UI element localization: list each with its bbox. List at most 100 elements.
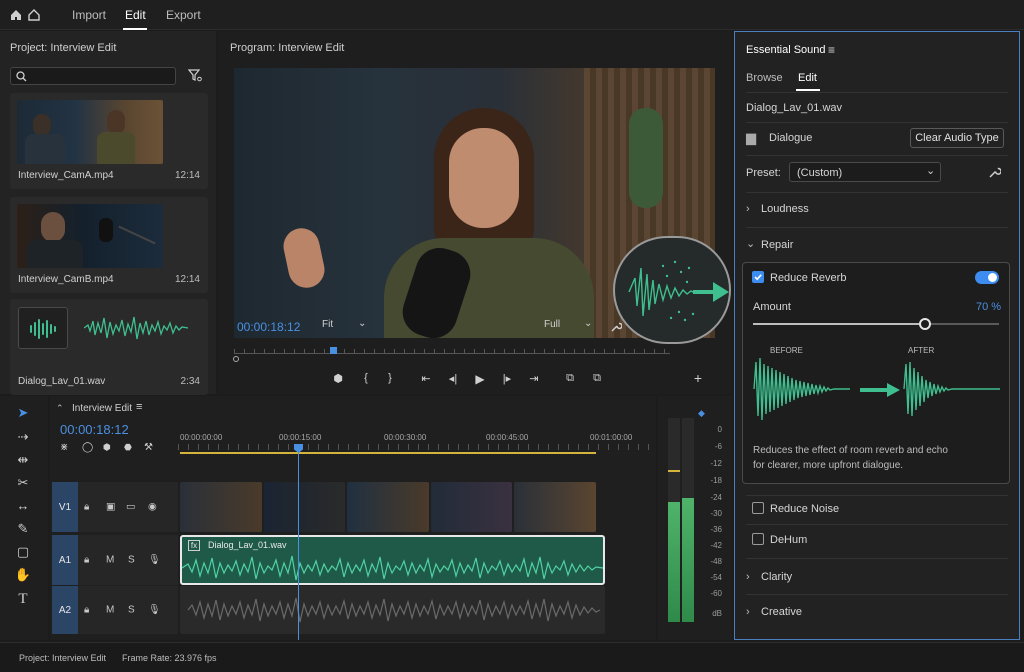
step-back-icon[interactable]: ◂| xyxy=(445,372,461,385)
menu-icon[interactable]: ≡ xyxy=(136,401,142,413)
snap-icon[interactable]: ⋇ xyxy=(60,442,68,453)
selection-tool-icon[interactable]: ➤ xyxy=(12,404,34,422)
go-to-out-icon[interactable]: ⇥ xyxy=(526,372,542,385)
wrench-icon[interactable] xyxy=(610,321,622,333)
project-item[interactable]: Dialog_Lav_01.wav 2:34 xyxy=(10,299,208,395)
ruler-label: 00:00:00:00 xyxy=(180,433,223,442)
preset-dropdown[interactable]: (Custom) ⌄ xyxy=(789,162,941,182)
tab-edit[interactable]: Edit xyxy=(125,8,146,22)
chevron-down-icon[interactable]: ⌄ xyxy=(746,237,755,250)
ripple-edit-tool-icon[interactable]: ⇹ xyxy=(12,451,34,469)
audio-clip[interactable] xyxy=(180,586,605,634)
camera-icon[interactable]: ▭ xyxy=(126,502,135,513)
go-to-in-icon[interactable]: ⇤ xyxy=(418,372,434,385)
amount-value[interactable]: 70 % xyxy=(976,301,1001,313)
clip-name: Dialog_Lav_01.wav xyxy=(746,102,843,114)
clip-name: Interview_CamA.mp4 xyxy=(18,170,114,181)
mute-button[interactable]: M xyxy=(106,605,114,616)
marker-icon[interactable]: ⬣ xyxy=(124,442,132,453)
sync-lock-icon[interactable]: ▣ xyxy=(106,502,115,513)
chevron-right-icon[interactable]: › xyxy=(746,571,750,583)
microphone-icon[interactable]: 🎙︎ xyxy=(148,605,161,616)
extract-icon[interactable]: ⧉ xyxy=(589,372,605,385)
ruler-label: 00:00:45:00 xyxy=(486,433,529,442)
section-loudness[interactable]: Loudness xyxy=(761,203,809,215)
tab-browse[interactable]: Browse xyxy=(746,72,783,84)
program-timecode[interactable]: 00:00:18:12 xyxy=(237,320,300,334)
divider xyxy=(746,192,1008,193)
clip-waveform xyxy=(84,316,188,340)
step-forward-icon[interactable]: |▸ xyxy=(499,372,515,385)
status-frame-rate: Frame Rate: 23.976 fps xyxy=(122,653,217,663)
slip-tool-icon[interactable]: ↔ xyxy=(12,497,34,515)
status-project: Project: Interview Edit xyxy=(19,653,107,663)
reduce-noise-checkbox[interactable] xyxy=(752,502,764,514)
fit-dropdown[interactable]: Fit ⌄ xyxy=(322,318,374,335)
type-tool-icon[interactable]: T xyxy=(12,590,34,608)
tab-import[interactable]: Import xyxy=(72,8,106,22)
section-repair[interactable]: Repair xyxy=(761,239,793,251)
track-select-tool-icon[interactable]: ⇢ xyxy=(12,428,34,446)
track-label[interactable]: A2 xyxy=(52,586,78,634)
pen-tool-icon[interactable]: ✎ xyxy=(12,520,34,538)
program-scrubber[interactable] xyxy=(233,347,670,362)
filter-icon[interactable] xyxy=(188,69,202,82)
house-icon[interactable] xyxy=(28,9,40,21)
video-clip[interactable] xyxy=(180,482,596,532)
wrench-icon[interactable]: ⚒ xyxy=(144,442,153,453)
lock-icon[interactable]: 🔒︎ xyxy=(84,502,89,513)
razor-tool-icon[interactable]: ✂ xyxy=(12,474,34,492)
audio-clip-name: Dialog_Lav_01.wav xyxy=(208,540,287,550)
reduce-noise-label: Reduce Noise xyxy=(770,503,840,515)
section-creative[interactable]: Creative xyxy=(761,606,802,618)
program-playhead[interactable] xyxy=(330,347,337,354)
panel-menu-icon[interactable]: ≡ xyxy=(828,43,835,57)
chevron-right-icon[interactable]: › xyxy=(746,606,750,618)
meter-solo-icon[interactable]: ◆ xyxy=(698,408,705,419)
add-marker-icon[interactable]: ⬢ xyxy=(330,372,346,385)
timeline-timecode[interactable]: 00:00:18:12 xyxy=(60,422,129,437)
audio-clip-selected[interactable]: fx Dialog_Lav_01.wav xyxy=(180,535,605,585)
fx-badge[interactable]: fx xyxy=(188,540,200,551)
play-icon[interactable]: ▶ xyxy=(472,372,488,386)
time-ruler[interactable]: 00:00:00:00 00:00:15:00 00:00:30:00 00:0… xyxy=(178,432,656,456)
clear-audio-type-button[interactable]: Clear Audio Type xyxy=(910,128,1004,148)
mark-in-icon[interactable]: { xyxy=(358,372,374,384)
project-item[interactable]: Interview_CamA.mp4 12:14 xyxy=(10,93,208,189)
tab-export[interactable]: Export xyxy=(166,8,201,22)
slider-thumb[interactable] xyxy=(919,318,931,330)
dehum-checkbox[interactable] xyxy=(752,533,764,545)
track-label[interactable]: V1 xyxy=(52,482,78,532)
add-marker-icon[interactable]: ⬢ xyxy=(103,442,111,453)
close-icon[interactable]: ⌃ xyxy=(56,403,64,414)
project-item[interactable]: Interview_CamB.mp4 12:14 xyxy=(10,197,208,293)
amount-slider[interactable] xyxy=(753,318,999,330)
hand-tool-icon[interactable]: ✋ xyxy=(12,566,34,584)
wrench-icon[interactable] xyxy=(988,166,1001,179)
track-label[interactable]: A1 xyxy=(52,535,78,585)
meter-scale-label: -6 xyxy=(714,442,722,451)
add-button-icon[interactable]: + xyxy=(690,370,706,386)
tab-es-edit[interactable]: Edit xyxy=(798,72,817,84)
rectangle-tool-icon[interactable]: ▢ xyxy=(12,543,34,561)
mark-out-icon[interactable]: } xyxy=(382,372,398,384)
home-icon[interactable] xyxy=(10,9,22,21)
reduce-reverb-checkbox[interactable] xyxy=(752,271,764,283)
chevron-right-icon[interactable]: › xyxy=(746,203,750,215)
eye-icon[interactable]: ◉ xyxy=(148,502,157,513)
solo-button[interactable]: S xyxy=(128,555,135,566)
quality-dropdown[interactable]: Full ⌄ xyxy=(544,318,598,335)
section-clarity[interactable]: Clarity xyxy=(761,571,792,583)
lift-icon[interactable]: ⧉ xyxy=(562,372,578,385)
reduce-reverb-toggle[interactable] xyxy=(975,271,999,284)
lock-icon[interactable]: 🔒︎ xyxy=(84,555,89,566)
project-search-input[interactable] xyxy=(10,67,176,85)
solo-button[interactable]: S xyxy=(128,605,135,616)
linked-selection-icon[interactable]: ◯ xyxy=(82,442,93,453)
tools-panel: ➤ ⇢ ⇹ ✂ ↔ ✎ ▢ ✋ T xyxy=(0,396,48,640)
work-area-bar[interactable] xyxy=(180,452,596,454)
mute-button[interactable]: M xyxy=(106,555,114,566)
meter-level-right xyxy=(682,498,694,622)
lock-icon[interactable]: 🔒︎ xyxy=(84,605,89,616)
microphone-icon[interactable]: 🎙︎ xyxy=(148,555,161,566)
